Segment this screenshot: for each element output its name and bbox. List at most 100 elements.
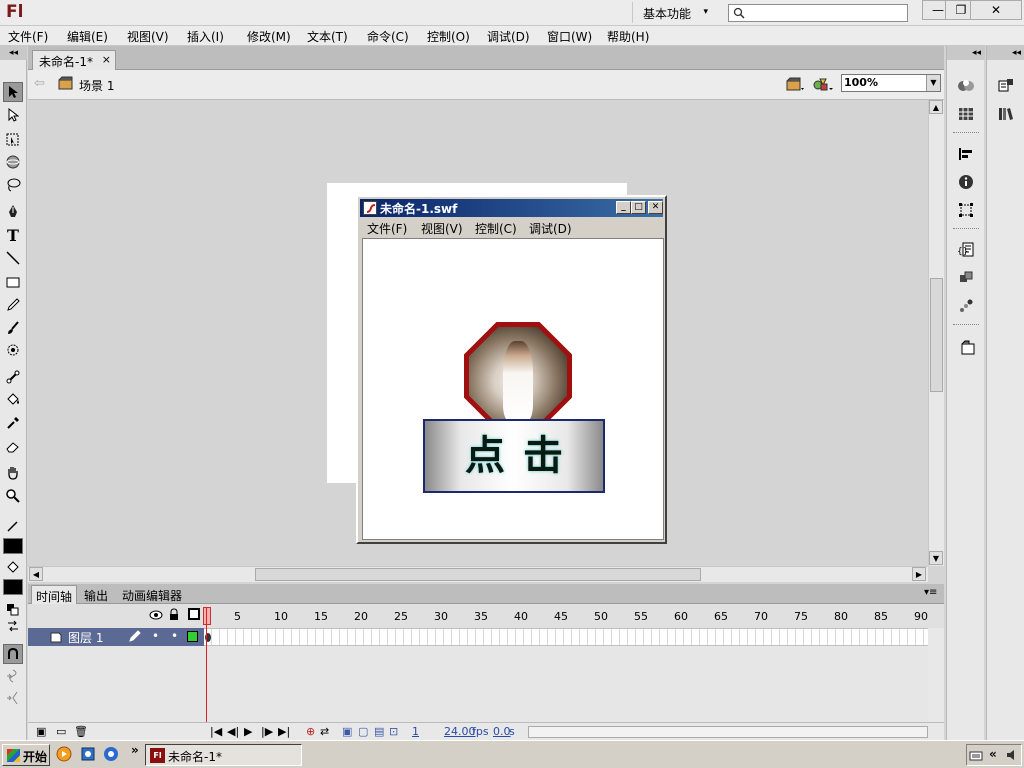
go-last-frame-icon[interactable]: ▶| <box>278 725 290 738</box>
loop-icon[interactable]: ⇄ <box>320 725 329 738</box>
brush-icon[interactable] <box>3 318 23 338</box>
layer-visible-dot[interactable]: • <box>152 629 159 643</box>
playhead-handle[interactable] <box>203 607 211 625</box>
expand-panels-button[interactable]: ◂◂ <box>947 46 985 60</box>
edit-multiple-frames-icon[interactable]: ▤ <box>374 725 384 738</box>
tab-document[interactable]: 未命名-1* × <box>32 50 116 70</box>
delete-layer-icon[interactable]: 🗑 <box>74 725 88 738</box>
go-first-frame-icon[interactable]: |◀ <box>210 725 222 738</box>
elapsed-time[interactable]: 0.0 <box>493 725 511 738</box>
paint-bucket-icon[interactable] <box>3 390 23 410</box>
color-panel-icon[interactable] <box>956 76 976 96</box>
expand-panels-button-2[interactable]: ◂◂ <box>987 46 1024 60</box>
lock-icon[interactable] <box>169 608 179 623</box>
swf-menu-control[interactable]: 控制(C) <box>475 220 517 237</box>
menu-view[interactable]: 视图(V) <box>127 28 169 45</box>
menu-help[interactable]: 帮助(H) <box>607 28 649 45</box>
collapse-tools-button[interactable]: ◂◂ <box>0 46 27 60</box>
volume-icon[interactable] <box>1005 748 1019 765</box>
snap-icon[interactable] <box>3 644 23 664</box>
layer-lock-dot[interactable]: • <box>171 629 178 643</box>
menu-edit[interactable]: 编辑(E) <box>67 28 108 45</box>
rectangle-icon[interactable] <box>3 272 23 292</box>
menu-insert[interactable]: 插入(I) <box>187 28 224 45</box>
smooth-icon[interactable] <box>3 666 23 686</box>
eye-icon[interactable] <box>149 609 163 623</box>
menu-control[interactable]: 控制(O) <box>427 28 470 45</box>
scroll-left-arrow-icon[interactable]: ◀ <box>29 567 43 581</box>
swf-minimize-button[interactable]: _ <box>616 201 631 214</box>
click-button[interactable]: 点击 <box>423 419 605 493</box>
timeline-vertical-scrollbar[interactable] <box>928 628 944 722</box>
straighten-icon[interactable] <box>3 688 23 708</box>
layer-row[interactable]: 图层 1 • • <box>28 628 204 646</box>
swf-menu-view[interactable]: 视图(V) <box>421 220 463 237</box>
frames-row[interactable] <box>204 628 928 646</box>
menu-text[interactable]: 文本(T) <box>307 28 348 45</box>
frame-rate[interactable]: 24.00 <box>444 725 476 738</box>
new-layer-icon[interactable]: ▣ <box>36 725 46 738</box>
subselection-icon[interactable] <box>3 105 23 125</box>
onion-outlines-icon[interactable]: ▢ <box>358 725 368 738</box>
step-back-icon[interactable]: ◀| <box>227 725 239 738</box>
free-transform-icon[interactable] <box>3 129 23 149</box>
search-input[interactable] <box>728 4 908 22</box>
components-panel-icon[interactable] <box>956 268 976 288</box>
back-arrow-icon[interactable]: ⇦ <box>34 76 45 91</box>
tab-timeline[interactable]: 时间轴 <box>31 585 78 604</box>
chevron-down-icon[interactable]: ▼ <box>926 75 940 91</box>
swf-menu-debug[interactable]: 调试(D) <box>529 220 572 237</box>
eyedropper-icon[interactable] <box>3 413 23 433</box>
timeline-horizontal-scrollbar[interactable] <box>528 726 928 738</box>
onion-skin-icon[interactable]: ▣ <box>342 725 352 738</box>
keyboard-icon[interactable] <box>969 748 983 765</box>
eraser-icon[interactable] <box>3 436 23 456</box>
modify-markers-icon[interactable]: ⊡ <box>389 725 398 738</box>
hand-icon[interactable] <box>3 463 23 483</box>
library-panel-icon[interactable] <box>996 104 1016 124</box>
selection-icon[interactable] <box>3 82 23 102</box>
outline-icon[interactable] <box>188 608 200 620</box>
text-icon[interactable]: T <box>3 225 23 245</box>
edit-scene-icon[interactable] <box>785 76 805 95</box>
swap-colors-icon[interactable] <box>3 616 23 636</box>
layer-outline-swatch[interactable] <box>187 631 198 642</box>
fill-color-swatch[interactable] <box>3 579 23 595</box>
transform-panel-icon[interactable] <box>956 200 976 220</box>
taskbar-item-flash[interactable]: Fl 未命名-1* <box>145 744 302 766</box>
scroll-right-arrow-icon[interactable]: ▶ <box>912 567 926 581</box>
deco-icon[interactable] <box>3 340 23 360</box>
zoom-icon[interactable] <box>3 486 23 506</box>
pencil-icon[interactable] <box>3 295 23 315</box>
3d-rotation-icon[interactable] <box>3 152 23 172</box>
start-button[interactable]: 开始 <box>2 744 50 766</box>
bone-icon[interactable] <box>3 367 23 387</box>
actions-panel-icon[interactable]: {} <box>956 240 976 260</box>
info-panel-icon[interactable] <box>956 172 976 192</box>
new-folder-icon[interactable]: ▭ <box>56 725 66 738</box>
tab-output[interactable]: 输出 <box>80 585 112 604</box>
current-frame[interactable]: 1 <box>412 725 419 738</box>
panel-menu-icon[interactable]: ▾≡ <box>924 587 937 598</box>
scroll-up-arrow-icon[interactable]: ▲ <box>929 100 943 114</box>
center-frame-icon[interactable]: ⊕ <box>306 725 315 738</box>
stroke-color-swatch[interactable] <box>3 538 23 554</box>
swf-title-bar[interactable]: 未命名-1.swf _ □ ✕ <box>360 199 663 217</box>
scroll-down-arrow-icon[interactable]: ▼ <box>929 551 943 565</box>
menu-debug[interactable]: 调试(D) <box>487 28 530 45</box>
menu-window[interactable]: 窗口(W) <box>547 28 592 45</box>
pen-icon[interactable] <box>3 202 23 222</box>
close-tab-icon[interactable]: × <box>102 53 111 66</box>
workspace-switcher[interactable]: 基本功能 ▾ <box>632 2 716 23</box>
step-forward-icon[interactable]: |▶ <box>261 725 273 738</box>
close-button[interactable]: ✕ <box>970 0 1022 20</box>
quicklaunch-settings-icon[interactable] <box>103 746 119 765</box>
menu-file[interactable]: 文件(F) <box>8 28 48 45</box>
line-icon[interactable] <box>3 248 23 268</box>
menu-modify[interactable]: 修改(M) <box>247 28 291 45</box>
project-panel-icon[interactable] <box>956 338 976 358</box>
zoom-select[interactable]: 100% ▼ <box>841 74 941 92</box>
swf-close-button[interactable]: ✕ <box>648 201 663 214</box>
tray-expand-icon[interactable]: « <box>989 747 997 761</box>
playhead[interactable] <box>206 608 207 722</box>
